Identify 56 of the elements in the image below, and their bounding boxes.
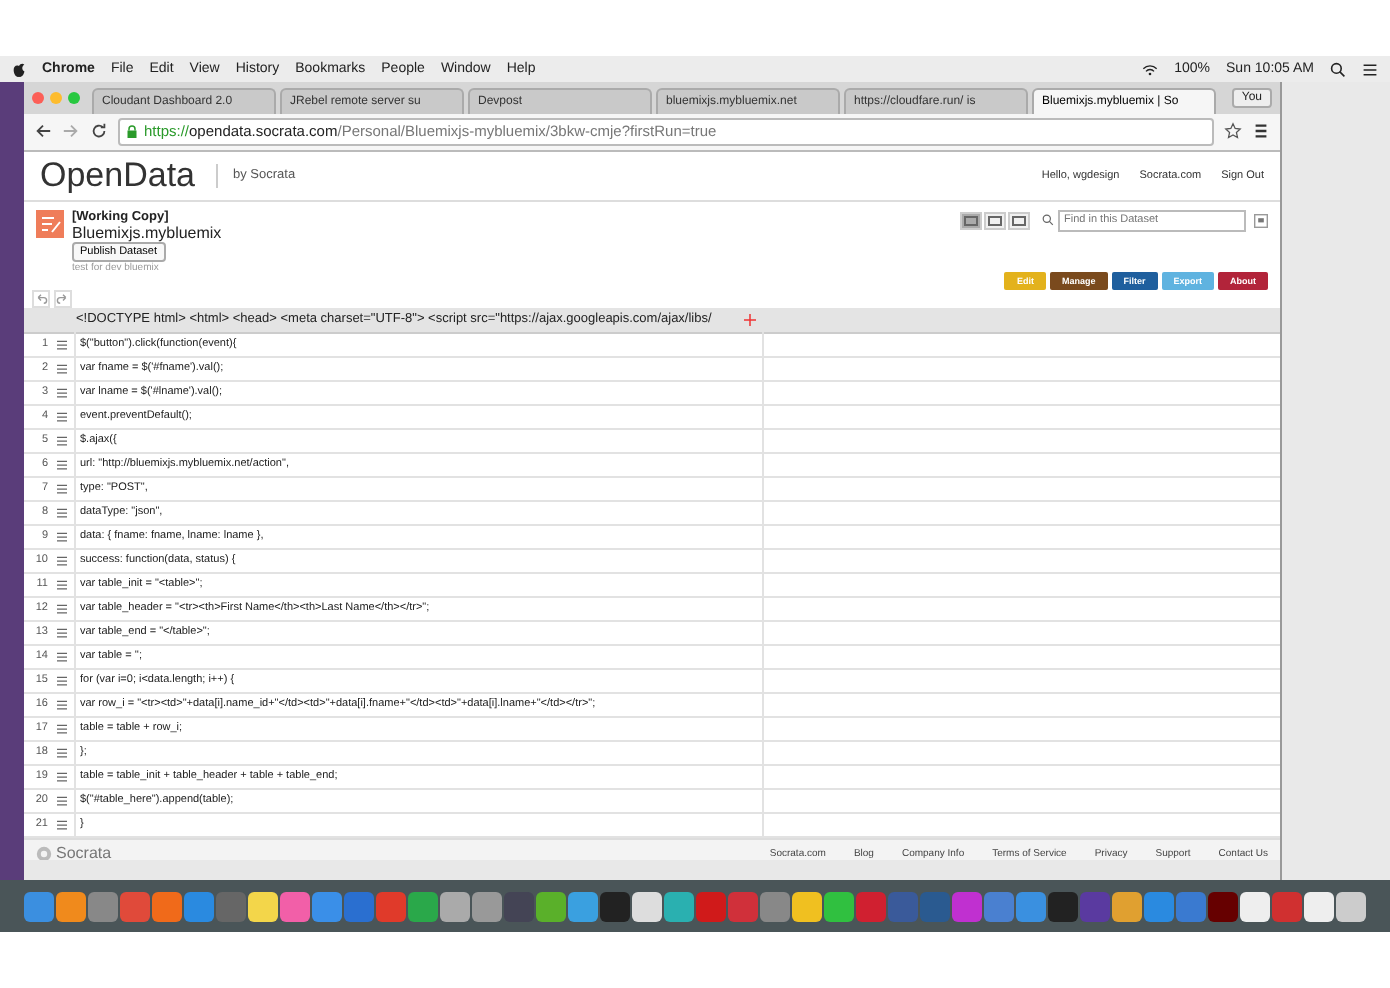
- app-icon[interactable]: [792, 891, 822, 921]
- app-icon[interactable]: [632, 891, 662, 921]
- socrata-logo[interactable]: Socrata: [36, 844, 112, 861]
- list-icon[interactable]: [1362, 61, 1378, 77]
- row-menu-icon[interactable]: [56, 579, 68, 590]
- dataset-title: Bluemixjs.mybluemix: [72, 223, 222, 242]
- view-toggle[interactable]: [960, 211, 982, 230]
- row-menu-icon[interactable]: [56, 627, 68, 638]
- row-menu-icon[interactable]: [56, 435, 68, 446]
- reload-icon[interactable]: [90, 122, 108, 141]
- menu-icon[interactable]: [1252, 122, 1270, 141]
- wifi-icon[interactable]: [1142, 61, 1159, 77]
- app-icon[interactable]: [664, 891, 694, 921]
- view-toggle[interactable]: [984, 211, 1006, 230]
- app-icon[interactable]: [56, 891, 86, 921]
- dataset-icon: [36, 209, 64, 238]
- search-icon: [1042, 214, 1054, 227]
- app-icon[interactable]: [568, 891, 598, 921]
- app-icon[interactable]: [440, 891, 470, 921]
- undo-icon[interactable]: [32, 289, 50, 308]
- row-menu-icon[interactable]: [56, 771, 68, 782]
- row-menu-icon[interactable]: [56, 363, 68, 374]
- row-menu-icon[interactable]: [56, 675, 68, 686]
- app-icon[interactable]: [1336, 891, 1366, 921]
- app-icon[interactable]: [1240, 891, 1270, 921]
- row-menu-icon[interactable]: [56, 507, 68, 518]
- apple-icon[interactable]: [12, 61, 26, 77]
- back-icon[interactable]: [34, 122, 52, 141]
- app-icon[interactable]: [536, 891, 566, 921]
- row-menu-icon[interactable]: [56, 531, 68, 542]
- row-menu-icon[interactable]: [56, 723, 68, 734]
- star-icon[interactable]: [1224, 122, 1242, 141]
- row-menu-icon[interactable]: [56, 699, 68, 710]
- redo-icon[interactable]: [54, 289, 72, 308]
- forward-icon[interactable]: [62, 122, 80, 141]
- row-menu-icon[interactable]: [56, 339, 68, 350]
- app-icon[interactable]: [824, 891, 854, 921]
- app-icon[interactable]: [1112, 891, 1142, 921]
- opendata-logo[interactable]: OpenData: [40, 155, 195, 196]
- app-icon[interactable]: [248, 891, 278, 921]
- row-menu-icon[interactable]: [56, 459, 68, 470]
- row-menu-icon[interactable]: [56, 795, 68, 806]
- app-icon[interactable]: [472, 891, 502, 921]
- app-icon[interactable]: [1304, 891, 1334, 921]
- add-column-icon[interactable]: [744, 313, 756, 326]
- view-toggle[interactable]: [1008, 211, 1030, 230]
- expand-icon[interactable]: [1254, 213, 1268, 228]
- row-menu-icon[interactable]: [56, 651, 68, 662]
- row-menu-icon[interactable]: [56, 819, 68, 830]
- row-menu-icon[interactable]: [56, 555, 68, 566]
- search-icon[interactable]: [1330, 61, 1346, 77]
- row-menu-icon[interactable]: [56, 483, 68, 494]
- row-menu-icon[interactable]: [56, 747, 68, 758]
- row-menu-icon[interactable]: [56, 603, 68, 614]
- row-menu-icon[interactable]: [56, 411, 68, 422]
- row-menu-icon[interactable]: [56, 387, 68, 398]
